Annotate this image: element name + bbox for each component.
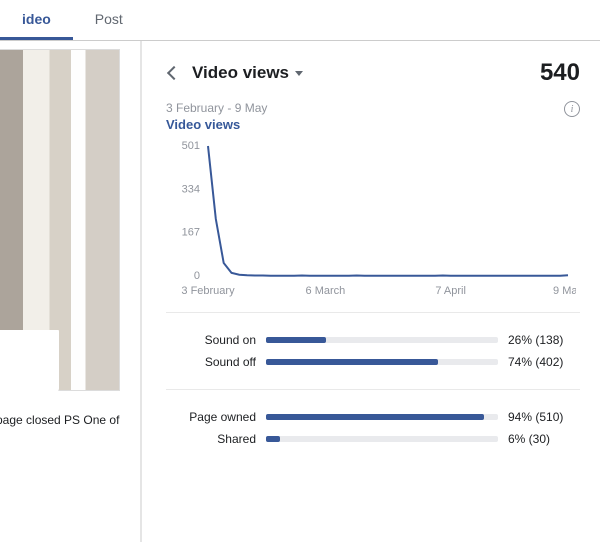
metric-total: 540 <box>540 59 580 87</box>
info-icon[interactable]: i <box>564 101 580 117</box>
stat-row: Sound on 26% (138) <box>166 329 580 351</box>
svg-text:6 March: 6 March <box>306 285 346 297</box>
stat-value: 26% (138) <box>508 333 580 347</box>
stat-bar <box>266 414 498 420</box>
stat-label: Sound off <box>166 355 256 369</box>
stat-row: Page owned 94% (510) <box>166 406 580 428</box>
stat-bar <box>266 436 498 442</box>
stat-label: Page owned <box>166 410 256 424</box>
metric-selector[interactable]: Video views <box>192 63 303 83</box>
back-button[interactable] <box>166 65 182 81</box>
stat-bar <box>266 359 498 365</box>
tab-video[interactable]: ideo <box>0 0 73 40</box>
stat-bar <box>266 337 498 343</box>
stats-ownership: Page owned 94% (510) Shared 6% (30) <box>166 389 580 450</box>
svg-text:9 May: 9 May <box>553 285 576 297</box>
svg-text:0: 0 <box>194 270 200 282</box>
views-chart: 501 334 167 0 3 February 6 March 7 April 9 May <box>166 140 580 300</box>
chart-svg: 501 334 167 0 3 February 6 March 7 April 9 May <box>166 140 576 300</box>
stats-sound: Sound on 26% (138) Sound off 74% (402) <box>166 312 580 373</box>
svg-text:501: 501 <box>182 140 200 152</box>
date-range: 3 February - 9 May <box>166 101 580 115</box>
tabs: ideo Post <box>0 0 600 41</box>
video-thumbnail[interactable] <box>0 49 120 391</box>
chevron-down-icon <box>295 71 303 76</box>
stat-row: Sound off 74% (402) <box>166 351 580 373</box>
svg-text:7 April: 7 April <box>435 285 466 297</box>
svg-text:167: 167 <box>182 227 200 239</box>
svg-text:3 February: 3 February <box>181 285 235 297</box>
insights-panel: Video views 540 3 February - 9 May Video… <box>141 41 600 542</box>
stat-value: 94% (510) <box>508 410 580 424</box>
svg-text:334: 334 <box>182 183 200 195</box>
stat-label: Shared <box>166 432 256 446</box>
stat-value: 74% (402) <box>508 355 580 369</box>
stat-value: 6% (30) <box>508 432 580 446</box>
stat-row: Shared 6% (30) <box>166 428 580 450</box>
series-label[interactable]: Video views <box>166 117 580 132</box>
metric-title: Video views <box>192 63 289 83</box>
left-column: page closed PS One of <box>0 41 141 542</box>
stat-label: Sound on <box>166 333 256 347</box>
tab-post[interactable]: Post <box>73 0 145 40</box>
